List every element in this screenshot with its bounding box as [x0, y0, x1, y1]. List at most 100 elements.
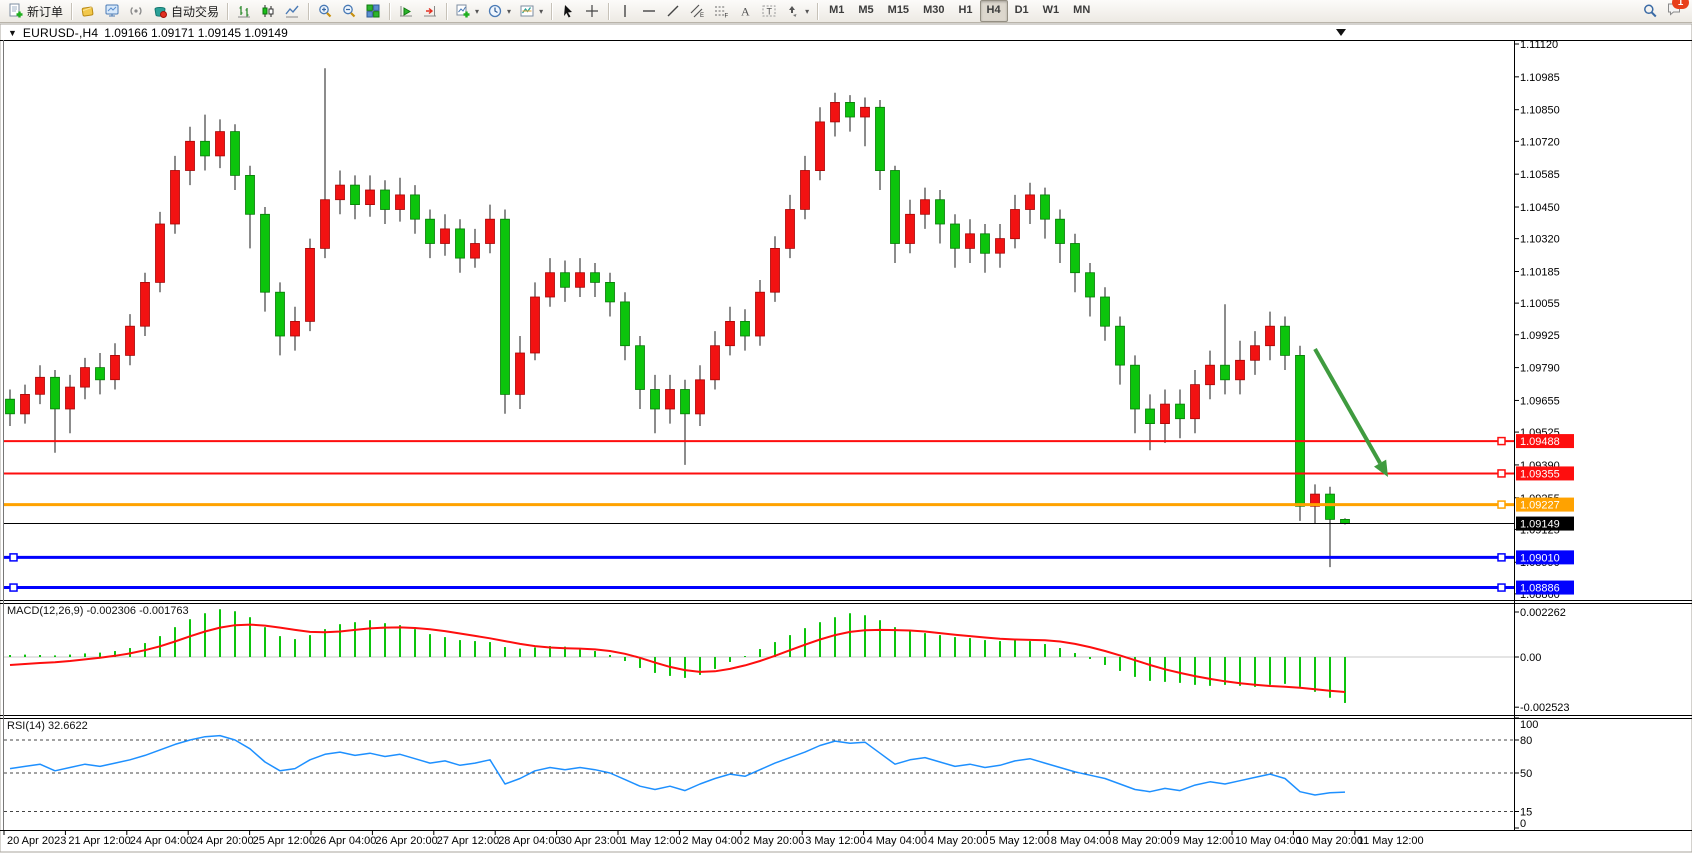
- periods-button[interactable]: ▾: [483, 0, 515, 23]
- chat-button[interactable]: 1: [1666, 1, 1682, 22]
- macd-pane[interactable]: [4, 603, 1514, 715]
- zoom-out-icon: [341, 3, 357, 19]
- new-order-button[interactable]: 新订单: [4, 0, 67, 23]
- cursor-icon: [560, 3, 576, 19]
- timeframe-button-d1[interactable]: D1: [1008, 0, 1036, 22]
- time-axis-label: 2 May 20:00: [744, 835, 805, 847]
- time-axis-label: 11 May 12:00: [1358, 835, 1424, 847]
- svg-text:A: A: [741, 5, 750, 19]
- crosshair-button[interactable]: [580, 0, 604, 23]
- time-axis-label: 25 Apr 12:00: [253, 835, 315, 847]
- cursor-button[interactable]: [556, 0, 580, 23]
- candlestick-icon: [260, 3, 276, 19]
- svg-text:1.10185: 1.10185: [1520, 266, 1560, 278]
- candlestick: [1056, 219, 1065, 243]
- chart-menu-icon[interactable]: ▼: [8, 28, 17, 38]
- horizontal-line-button[interactable]: [637, 0, 661, 23]
- candlestick: [1041, 195, 1050, 219]
- chevron-down-icon: ▾: [539, 7, 543, 16]
- tile-windows-button[interactable]: [361, 0, 385, 23]
- search-icon[interactable]: [1642, 3, 1658, 19]
- time-axis-label: 21 Apr 12:00: [68, 835, 130, 847]
- chevron-down-icon: ▾: [507, 7, 511, 16]
- candlestick: [426, 219, 435, 243]
- market-watch-button[interactable]: [76, 0, 100, 23]
- zoom-in-icon: [317, 3, 333, 19]
- candlestick: [1101, 297, 1110, 326]
- time-axis-label: 24 Apr 04:00: [130, 835, 192, 847]
- indicators-button[interactable]: ▾: [451, 0, 483, 23]
- svg-text:E: E: [700, 13, 704, 19]
- candlestick: [516, 353, 525, 394]
- time-axis-label: 26 Apr 04:00: [314, 835, 376, 847]
- svg-text:1.09655: 1.09655: [1520, 395, 1560, 407]
- vertical-line-button[interactable]: [613, 0, 637, 23]
- chart-canvas[interactable]: 1.111201.109851.108501.107201.105851.104…: [0, 0, 1692, 854]
- candlestick: [6, 399, 15, 414]
- blue-support-line-lower-anchor-left[interactable]: [10, 584, 17, 591]
- candlestick: [111, 355, 120, 379]
- candlestick: [201, 141, 210, 156]
- signals-button[interactable]: [124, 0, 148, 23]
- orange-support-line-anchor[interactable]: [1498, 501, 1505, 508]
- candlestick: [216, 132, 225, 156]
- arrows-button[interactable]: ▾: [781, 0, 813, 23]
- candlestick: [981, 234, 990, 254]
- svg-text:1.09149: 1.09149: [1520, 519, 1560, 531]
- candlestick: [231, 132, 240, 176]
- time-axis-label: 1 May 12:00: [621, 835, 682, 847]
- arrows-icon: [785, 3, 801, 19]
- resistance-line-lower-anchor[interactable]: [1498, 470, 1505, 477]
- zoom-in-button[interactable]: [313, 0, 337, 23]
- line-chart-button[interactable]: [280, 0, 304, 23]
- auto-trading-button[interactable]: 自动交易: [148, 0, 223, 23]
- bar-chart-button[interactable]: [232, 0, 256, 23]
- equidistant-channel-button[interactable]: E: [685, 0, 709, 23]
- line-chart-icon: [284, 3, 300, 19]
- candlestick: [606, 282, 615, 302]
- text-button[interactable]: A: [733, 0, 757, 23]
- candlestick: [1326, 494, 1335, 519]
- candlestick: [321, 200, 330, 249]
- blue-support-line-upper-anchor[interactable]: [1498, 554, 1505, 561]
- toolbar: 新订单自动交易▾▾▾EFAT▾M1M5M15M30H1H4D1W1MN1: [0, 0, 1692, 23]
- timeframe-button-m1[interactable]: M1: [822, 0, 851, 22]
- time-axis-label: 9 May 12:00: [1174, 835, 1235, 847]
- toolbar-separator: [71, 3, 72, 20]
- time-axis-label: 3 May 12:00: [805, 835, 866, 847]
- auto-scroll-button[interactable]: [394, 0, 418, 23]
- zoom-out-button[interactable]: [337, 0, 361, 23]
- resistance-line-upper-anchor[interactable]: [1498, 438, 1505, 445]
- timeframe-button-m15[interactable]: M15: [881, 0, 916, 22]
- indicators-icon: [455, 3, 471, 19]
- data-window-button[interactable]: [100, 0, 124, 23]
- timeframe-button-h4[interactable]: H4: [980, 0, 1008, 22]
- notification-badge: 1: [1672, 0, 1689, 9]
- candlestick: [246, 175, 255, 214]
- text-label-button[interactable]: T: [757, 0, 781, 23]
- time-axis-label: 2 May 04:00: [682, 835, 743, 847]
- candlestick-chart-button[interactable]: [256, 0, 280, 23]
- time-axis-label: 8 May 20:00: [1112, 835, 1173, 847]
- timeframe-button-m30[interactable]: M30: [916, 0, 951, 22]
- templates-button[interactable]: ▾: [515, 0, 547, 23]
- chart-shift-button[interactable]: [418, 0, 442, 23]
- blue-support-line-lower-anchor[interactable]: [1498, 584, 1505, 591]
- candlestick: [951, 224, 960, 248]
- macd-indicator-label: MACD(12,26,9) -0.002306 -0.001763: [7, 605, 189, 617]
- blue-support-line-upper-anchor-left[interactable]: [10, 554, 17, 561]
- gold-cube-icon: [80, 3, 96, 19]
- time-axis-label: 27 Apr 12:00: [437, 835, 499, 847]
- template-icon: [519, 3, 535, 19]
- fibonacci-button[interactable]: F: [709, 0, 733, 23]
- candlestick: [21, 394, 30, 414]
- svg-text:1.09925: 1.09925: [1520, 330, 1560, 342]
- rsi-pane[interactable]: [4, 718, 1514, 830]
- timeframe-button-w1[interactable]: W1: [1036, 0, 1067, 22]
- svg-text:0.002262: 0.002262: [1520, 607, 1566, 619]
- timeframe-button-m5[interactable]: M5: [851, 0, 880, 22]
- svg-text:80: 80: [1520, 735, 1532, 747]
- timeframe-button-mn[interactable]: MN: [1066, 0, 1097, 22]
- timeframe-button-h1[interactable]: H1: [951, 0, 979, 22]
- trendline-button[interactable]: [661, 0, 685, 23]
